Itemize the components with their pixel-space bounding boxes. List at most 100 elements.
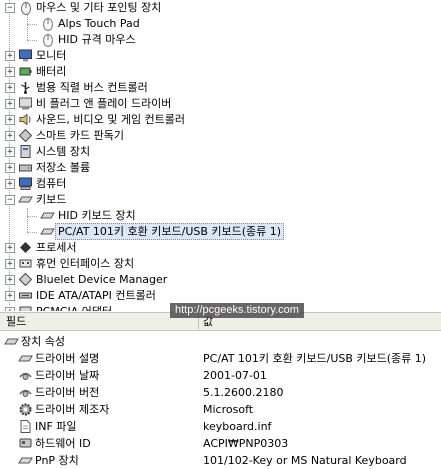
- tree-node-label: PC/AT 101키 호환 키보드/USB 키보드(종류 1): [55, 223, 285, 240]
- property-row-inf-file[interactable]: INF 파일 keyboard.inf: [0, 418, 441, 435]
- computer-icon: [19, 177, 32, 190]
- tree-node-usb-controllers[interactable]: + 범용 직렬 버스 컨트롤러: [0, 79, 441, 96]
- calendar-icon: [19, 372, 32, 380]
- property-row-hardware-id[interactable]: 하드웨어 ID ACPI₩PNP0303: [0, 435, 441, 452]
- battery-icon: [19, 67, 32, 76]
- tree-node-smart-card-readers[interactable]: + 스마트 카드 판독기: [0, 127, 441, 144]
- tree-node-bluelet-device-manager[interactable]: + Bluelet Device Manager: [0, 271, 441, 288]
- tree-node-label: HID 규격 마우스: [58, 33, 136, 46]
- property-row-driver-provider[interactable]: 드라이버 제조자 Microsoft: [0, 401, 441, 418]
- tree-node-alps-touch-pad[interactable]: Alps Touch Pad: [0, 15, 441, 32]
- usb-icon: [21, 82, 30, 94]
- expand-toggle[interactable]: +: [5, 259, 15, 269]
- property-row-driver-date[interactable]: 드라이버 날짜 2001-07-01: [0, 367, 441, 384]
- mouse-icon: [21, 2, 31, 15]
- property-value: Microsoft: [203, 403, 254, 416]
- expand-toggle[interactable]: +: [5, 291, 15, 301]
- property-row-driver-version[interactable]: 드라이버 버전 5.1.2600.2180: [0, 384, 441, 401]
- gear-icon: [19, 403, 32, 416]
- tree-node-label: 저장소 볼륨: [36, 161, 91, 174]
- property-row-pnp-device[interactable]: PnP 장치 101/102-Key or MS Natural Keyboar…: [0, 452, 441, 469]
- tree-node-label: 스마트 카드 판독기: [36, 129, 124, 142]
- hardware-icon: [19, 438, 32, 448]
- tree-node-storage-volumes[interactable]: + 저장소 볼륨: [0, 159, 441, 176]
- expand-toggle[interactable]: +: [5, 131, 15, 141]
- properties-list[interactable]: 필드 값 장치 속성 드라이버 설명 PC/AT 101키 호환 키보드/USB…: [0, 312, 441, 469]
- tree-node-label: 모니터: [36, 49, 67, 62]
- tree-node-hid-keyboard[interactable]: HID 키보드 장치: [0, 207, 441, 224]
- property-name: 드라이버 날짜: [35, 369, 100, 382]
- system-icon: [20, 145, 31, 158]
- tree-node-label: 컴퓨터: [36, 177, 67, 190]
- tree-node-human-interface-devices[interactable]: + 휴먼 인터페이스 장치: [0, 255, 441, 272]
- tree-node-label: 배터리: [36, 65, 67, 78]
- tree-node-label: 시스템 장치: [36, 145, 91, 158]
- expand-toggle[interactable]: +: [5, 163, 15, 173]
- keyboard-icon: [40, 212, 55, 219]
- tree-node-sound-video-game[interactable]: + 사운드, 비디오 및 게임 컨트롤러: [0, 111, 441, 128]
- keyboard-icon: [18, 196, 33, 203]
- collapse-toggle[interactable]: −: [5, 195, 15, 205]
- tree-node-mouse[interactable]: − 마우스 및 기타 포인팅 장치: [0, 0, 441, 16]
- tree-node-battery[interactable]: + 배터리: [0, 63, 441, 80]
- mouse-icon: [43, 18, 53, 31]
- tree-node-label: PCMCIA 어댑터: [36, 303, 112, 311]
- smartcard-icon: [18, 128, 33, 143]
- tree-node-computer[interactable]: + 컴퓨터: [0, 175, 441, 192]
- pcmcia-icon: [19, 306, 32, 311]
- property-name: 드라이버 제조자: [35, 403, 110, 416]
- tree-node-non-pnp-drivers[interactable]: + 비 플러그 앤 플레이 드라이버: [0, 95, 441, 112]
- tree-node-label: 휴먼 인터페이스 장치: [36, 257, 135, 270]
- tree-node-label: 프로세서: [36, 241, 77, 254]
- property-name: PnP 장치: [35, 454, 79, 467]
- property-group-label: 장치 속성: [21, 335, 65, 348]
- expand-toggle[interactable]: +: [5, 275, 15, 285]
- keyboard-icon: [18, 355, 33, 362]
- property-group[interactable]: 장치 속성: [0, 333, 441, 350]
- expand-toggle[interactable]: +: [5, 99, 15, 109]
- tree-node-system-devices[interactable]: + 시스템 장치: [0, 143, 441, 160]
- property-name: 드라이버 설명: [35, 352, 100, 365]
- watermark: http://pcgeeks.tistory.com: [170, 303, 304, 318]
- mouse-icon: [43, 34, 53, 47]
- property-row-driver-description[interactable]: 드라이버 설명 PC/AT 101키 호환 키보드/USB 키보드(종류 1): [0, 350, 441, 367]
- tree-node-label: 키보드: [36, 193, 67, 206]
- tree-node-label: 범용 직렬 버스 컨트롤러: [36, 81, 148, 94]
- tree-node-processors[interactable]: + 프로세서: [0, 239, 441, 256]
- expand-toggle[interactable]: +: [5, 179, 15, 189]
- expand-toggle[interactable]: +: [5, 51, 15, 61]
- expand-toggle[interactable]: +: [5, 115, 15, 125]
- device-tree[interactable]: − 마우스 및 기타 포인팅 장치 Alps Touch Pad HID 규격 …: [0, 0, 441, 311]
- tree-node-label: Alps Touch Pad: [58, 17, 140, 30]
- tree-node-ide-controllers[interactable]: + IDE ATA/ATAPI 컨트롤러: [0, 287, 441, 304]
- file-icon: [20, 420, 31, 433]
- monitor-icon: [19, 49, 32, 62]
- tree-node-label: 마우스 및 기타 포인팅 장치: [36, 1, 162, 14]
- keyboard-icon: [40, 228, 55, 235]
- property-value: ACPI₩PNP0303: [203, 437, 289, 450]
- property-value: 2001-07-01: [203, 369, 267, 382]
- collapse-toggle[interactable]: −: [5, 3, 15, 13]
- expand-toggle[interactable]: +: [5, 83, 15, 93]
- expand-toggle[interactable]: +: [5, 307, 15, 311]
- tree-node-pcat-keyboard[interactable]: PC/AT 101키 호환 키보드/USB 키보드(종류 1): [0, 223, 441, 240]
- ide-icon: [19, 292, 32, 299]
- property-value: keyboard.inf: [203, 420, 272, 433]
- column-header-field[interactable]: 필드: [6, 313, 26, 330]
- driver-icon: [19, 97, 32, 110]
- property-value: 5.1.2600.2180: [203, 386, 284, 399]
- hid-icon: [19, 259, 32, 268]
- tree-node-label: 사운드, 비디오 및 게임 컨트롤러: [36, 113, 186, 126]
- tree-node-keyboard[interactable]: − 키보드: [0, 191, 441, 208]
- tree-node-hid-mouse[interactable]: HID 규격 마우스: [0, 31, 441, 48]
- expand-toggle[interactable]: +: [5, 243, 15, 253]
- tree-node-monitor[interactable]: + 모니터: [0, 47, 441, 64]
- expand-toggle[interactable]: +: [5, 147, 15, 157]
- keyboard-icon: [4, 338, 19, 345]
- property-value: PC/AT 101키 호환 키보드/USB 키보드(종류 1): [203, 352, 427, 365]
- property-name: INF 파일: [35, 420, 77, 433]
- tree-node-label: Bluelet Device Manager: [36, 273, 168, 286]
- expand-toggle[interactable]: +: [5, 67, 15, 77]
- storage-icon: [19, 164, 32, 172]
- keyboard-icon: [18, 457, 33, 464]
